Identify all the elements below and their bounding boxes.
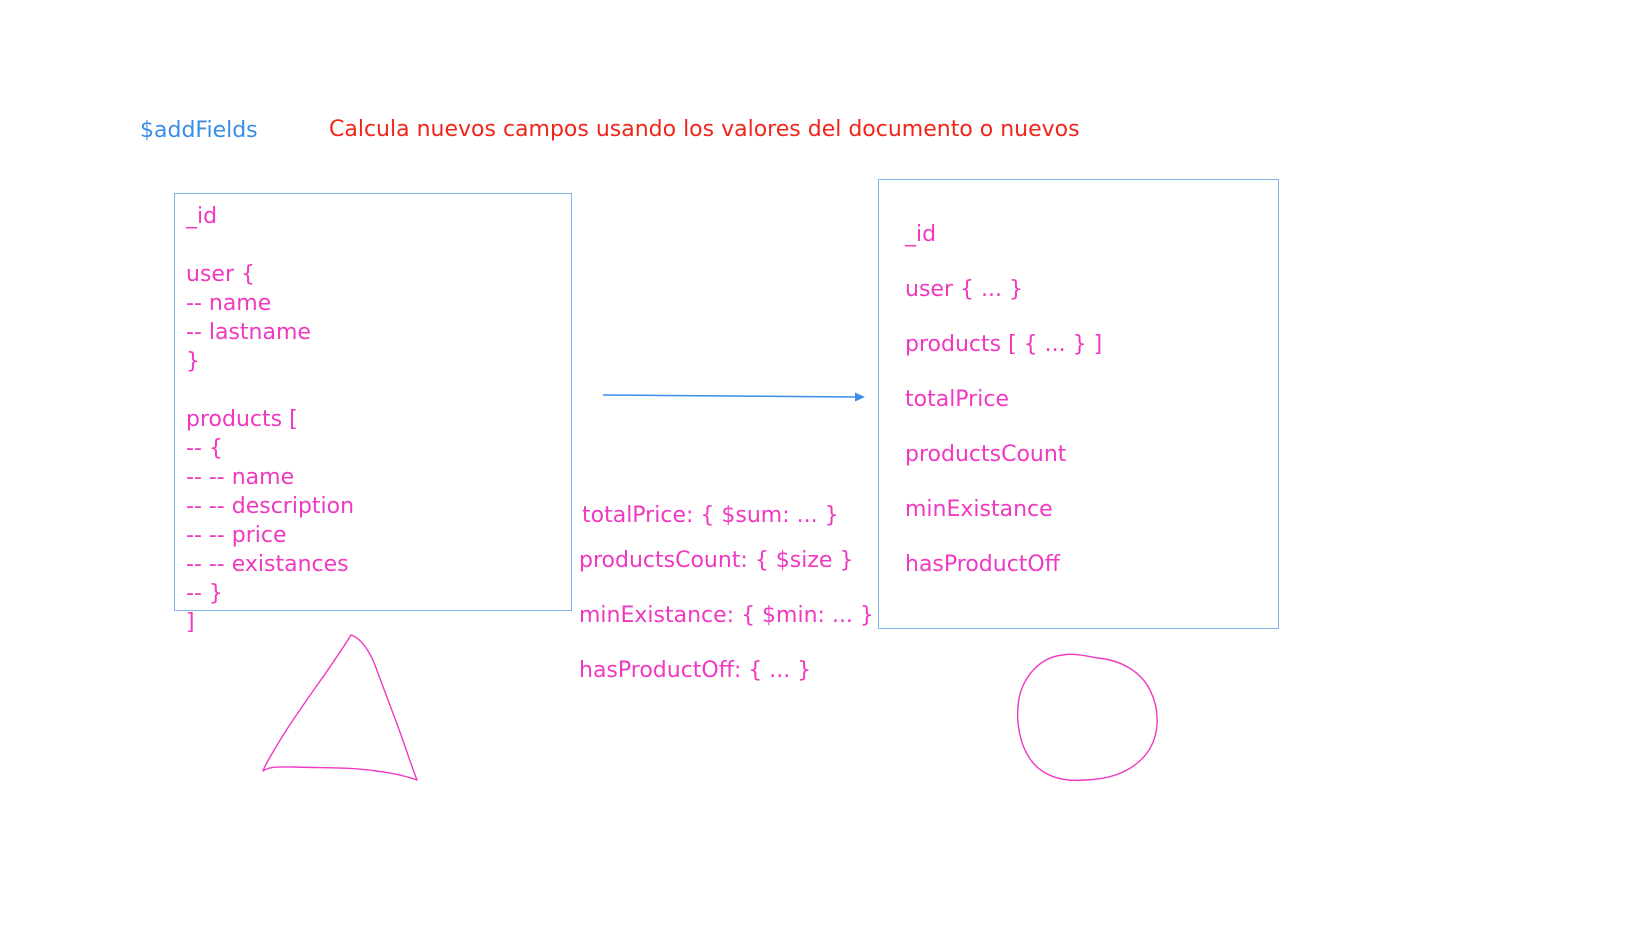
arrow-right-icon bbox=[602, 392, 865, 402]
circle-icon bbox=[1016, 653, 1158, 782]
triangle-icon bbox=[262, 634, 418, 781]
diagram-drawings bbox=[262, 392, 1158, 782]
